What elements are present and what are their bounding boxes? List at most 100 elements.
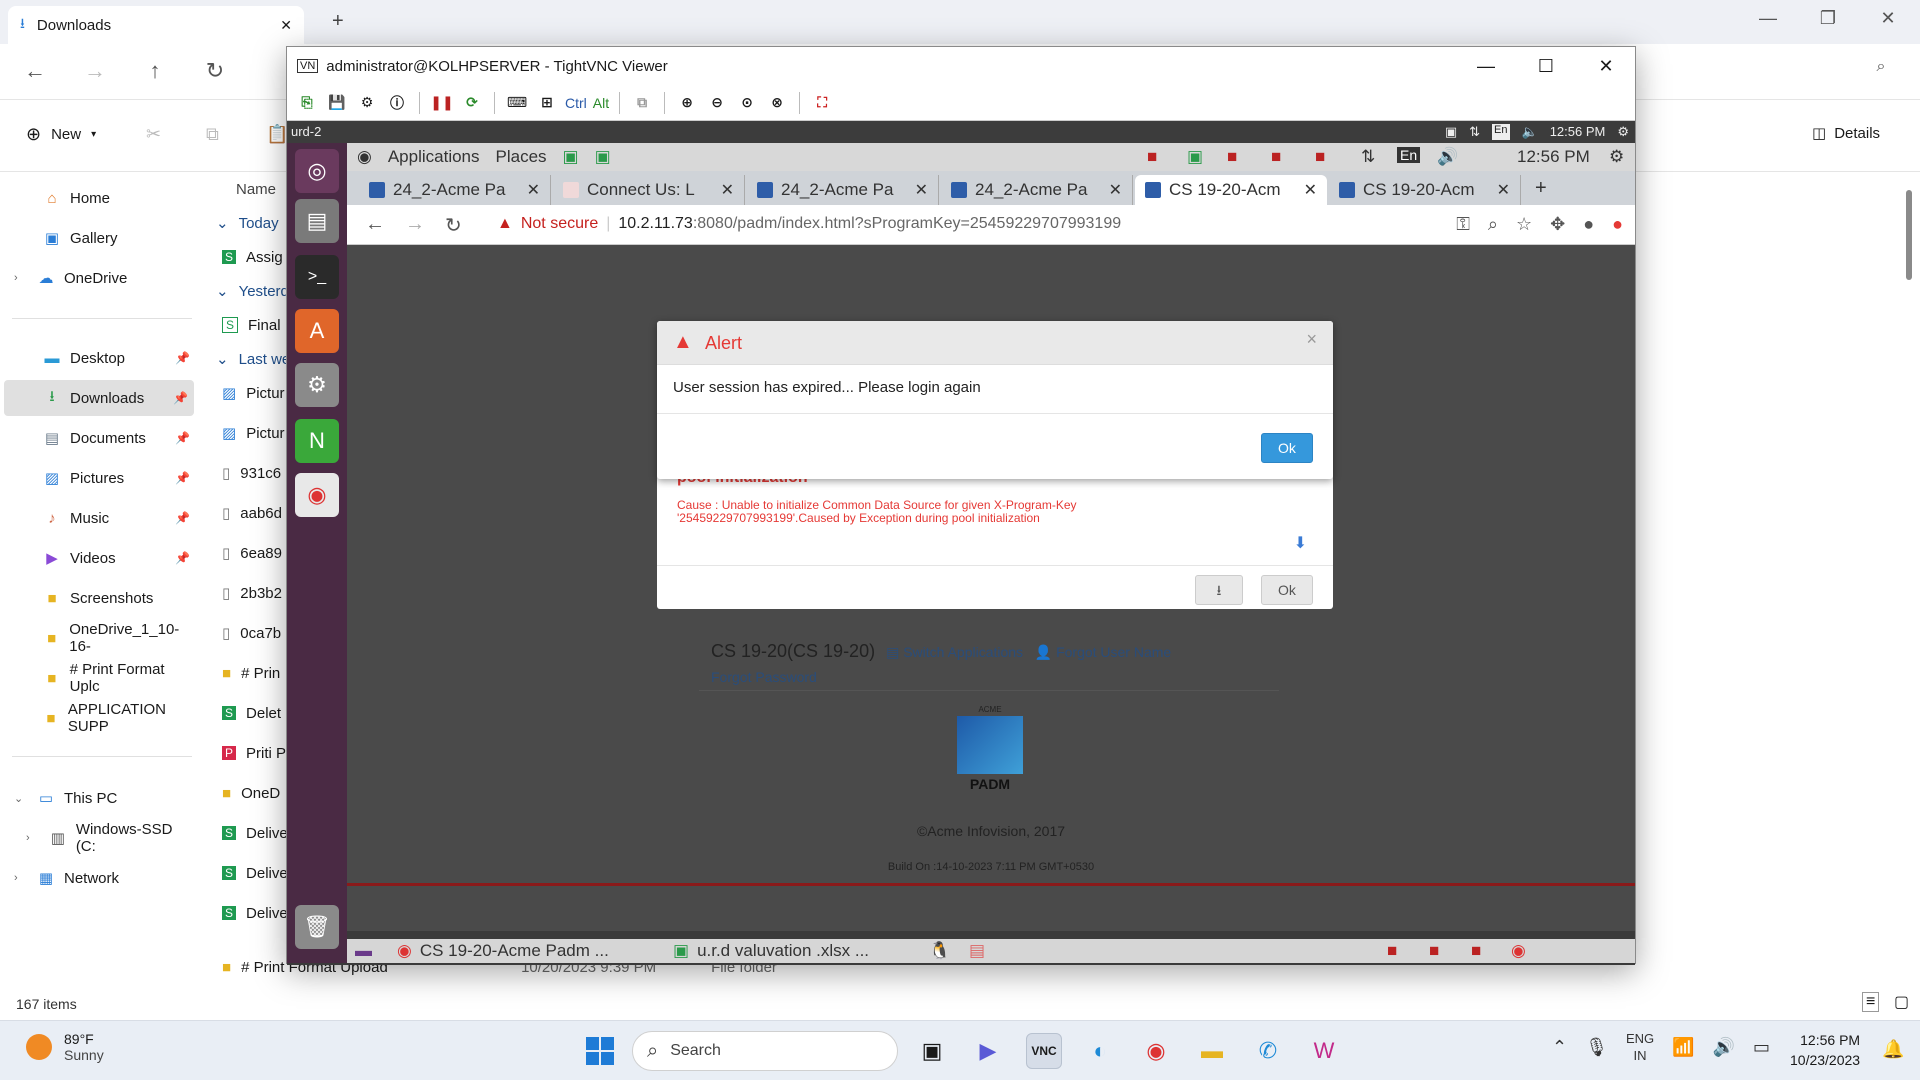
chrome-icon[interactable]: ◉ [1138, 1033, 1174, 1069]
fullscreen-icon[interactable]: ⛶ [810, 91, 834, 115]
reload-icon[interactable]: ↻ [445, 213, 462, 238]
chrome-menu-icon[interactable]: ● [1612, 214, 1623, 235]
battery-icon[interactable]: ▭ [1753, 1037, 1770, 1058]
app-w-icon[interactable]: W [1306, 1033, 1342, 1069]
phone-link-icon[interactable]: ✆ [1250, 1033, 1286, 1069]
sidebar-item-home[interactable]: ⌂ Home [0, 180, 196, 216]
tray-app-icon[interactable]: ▣ [1187, 147, 1203, 167]
language-indicator[interactable]: ENG IN [1626, 1031, 1654, 1065]
list-item[interactable]: ▯ 0ca7b [222, 618, 281, 648]
up-icon[interactable]: ↑ [140, 58, 170, 84]
list-item[interactable]: ▨ Pictur [222, 418, 285, 448]
ctrl-key-button[interactable]: Ctrl [565, 91, 587, 115]
list-item[interactable]: S Assig [222, 242, 283, 272]
settings-icon[interactable]: ⚙ [295, 363, 339, 407]
copy-icon[interactable]: ⧉ [206, 124, 219, 145]
star-icon[interactable]: ☆ [1516, 214, 1532, 235]
power-gear-icon[interactable]: ⚙ [1617, 124, 1629, 140]
minimize-button[interactable]: — [1740, 0, 1796, 36]
software-center-icon[interactable]: A [295, 309, 339, 353]
trash-icon[interactable]: 🗑 [295, 905, 339, 949]
workspace-icon[interactable]: ■ [1471, 941, 1481, 961]
browser-tab[interactable]: 24_2-Acme Pa ✕ [941, 175, 1133, 205]
list-item[interactable]: ■ OneD [222, 778, 280, 808]
volume-icon[interactable]: 🔊 [1713, 1037, 1735, 1058]
spreadsheet-app-icon[interactable]: ▣ [595, 147, 611, 167]
start-button[interactable] [586, 1037, 614, 1065]
profile-icon[interactable]: ● [1583, 214, 1594, 235]
close-tab-icon[interactable]: ✕ [1497, 180, 1510, 200]
back-icon[interactable]: ← [20, 58, 50, 84]
sidebar-item-windows-ssd[interactable]: › ▥ Windows-SSD (C: [0, 820, 196, 856]
restore-button[interactable]: ❐ [1800, 0, 1856, 36]
list-item[interactable]: S Delive [222, 858, 288, 888]
close-tab-icon[interactable]: ✕ [280, 17, 292, 34]
close-button[interactable]: ✕ [1860, 0, 1916, 36]
close-icon[interactable]: × [1306, 329, 1317, 350]
tightvnc-taskbar-icon[interactable]: VNC [1026, 1033, 1062, 1069]
tray-app-icon[interactable]: ■ [1147, 147, 1157, 167]
weather-widget[interactable]: 89°F Sunny [26, 1031, 104, 1063]
new-tab-icon[interactable]: + [332, 10, 344, 33]
list-item[interactable]: S Delive [222, 898, 288, 928]
file-explorer-icon[interactable]: ▬ [1194, 1033, 1230, 1069]
app-n-icon[interactable]: N [295, 419, 339, 463]
workspace-icon[interactable]: ◉ [1511, 941, 1526, 961]
list-item[interactable]: ▯ 931c6 [222, 458, 281, 488]
sidebar-item-screenshots[interactable]: ■ Screenshots [0, 580, 196, 616]
chevron-up-icon[interactable]: ⌃ [1552, 1037, 1567, 1058]
places-menu[interactable]: Places [496, 147, 547, 167]
security-status[interactable]: Not secure [521, 215, 598, 233]
download-button[interactable]: ⭳ [1195, 575, 1243, 605]
sidebar-item-music[interactable]: ♪ Music 📌 [0, 500, 196, 536]
taskbar-search[interactable]: ⌕ Search [632, 1031, 898, 1071]
wifi-icon[interactable]: 📶 [1672, 1037, 1694, 1058]
show-desktop-icon[interactable]: ▬ [355, 941, 372, 961]
sidebar-item-downloads[interactable]: ⭳ Downloads 📌 [4, 380, 194, 416]
zoom-out-icon[interactable]: ⊖ [705, 91, 729, 115]
forward-icon[interactable]: → [405, 213, 425, 236]
pause-icon[interactable]: ❚❚ [430, 91, 454, 115]
taskbar-clock[interactable]: 12:56 PM 10/23/2023 [1790, 1031, 1860, 1070]
zoom-fit-icon[interactable]: ⊗ [765, 91, 789, 115]
files-icon[interactable]: ▤ [295, 199, 339, 243]
key-icon[interactable]: ⚿ [1456, 214, 1470, 235]
sidebar-item-documents[interactable]: ▤ Documents 📌 [0, 420, 196, 456]
zoom-icon[interactable]: ⌕ [1488, 214, 1498, 235]
new-connection-icon[interactable]: ⎘ [295, 91, 319, 115]
close-tab-icon[interactable]: ✕ [1109, 180, 1122, 200]
column-header-name[interactable]: Name [236, 174, 276, 204]
sidebar-item-desktop[interactable]: ▬ Desktop 📌 [0, 340, 196, 376]
list-item[interactable]: S Delive [222, 818, 288, 848]
workspace-icon[interactable]: ■ [1429, 941, 1439, 961]
new-button[interactable]: ⊕ New ▾ [26, 124, 96, 145]
list-item[interactable]: ▯ 2b3b2 [222, 578, 282, 608]
list-item[interactable]: ▯ 6ea89 [222, 538, 282, 568]
sidebar-item-onedrive-folder[interactable]: ■ OneDrive_1_10-16- [0, 620, 196, 656]
list-view-icon[interactable]: ≡ [1862, 992, 1880, 1012]
terminal-icon[interactable]: >_ [295, 255, 339, 299]
options-icon[interactable]: ⚙ [355, 91, 379, 115]
switch-applications-link[interactable]: Switch Applications [903, 644, 1023, 660]
power-gear-icon[interactable]: ⚙ [1609, 147, 1624, 167]
forgot-user-name-link[interactable]: Forgot User Name [1056, 644, 1171, 660]
close-tab-icon[interactable]: ✕ [915, 180, 928, 200]
list-item[interactable]: S Final [222, 310, 281, 340]
sidebar-item-print-format[interactable]: ■ # Print Format Uplc [0, 660, 196, 696]
sidebar-item-application-support[interactable]: ■ APPLICATION SUPP [0, 700, 196, 736]
forgot-password-link[interactable]: Forgot Password [711, 669, 817, 685]
ubuntu-dash-icon[interactable]: ◎ [295, 149, 339, 193]
zoom-100-icon[interactable]: ⊙ [735, 91, 759, 115]
document-icon[interactable]: ▤ [969, 941, 985, 961]
browser-tab-active[interactable]: CS 19-20-Acm ✕ [1135, 175, 1327, 205]
alt-key-button[interactable]: Alt [593, 91, 609, 115]
close-tab-icon[interactable]: ✕ [1304, 180, 1317, 200]
forward-icon[interactable]: → [80, 58, 110, 84]
arrow-down-icon[interactable]: ⬇ [1294, 533, 1307, 553]
teams-icon[interactable]: ▶ [970, 1033, 1006, 1069]
ctrl-esc-icon[interactable]: ⊞ [535, 91, 559, 115]
tray-app-icon[interactable]: ■ [1227, 147, 1237, 167]
taskbar-item-spreadsheet[interactable]: ▣ u.r.d valuvation .xlsx ... [673, 941, 869, 961]
cut-icon[interactable]: ✂ [146, 124, 161, 145]
chrome-icon[interactable]: ◉ [295, 473, 339, 517]
